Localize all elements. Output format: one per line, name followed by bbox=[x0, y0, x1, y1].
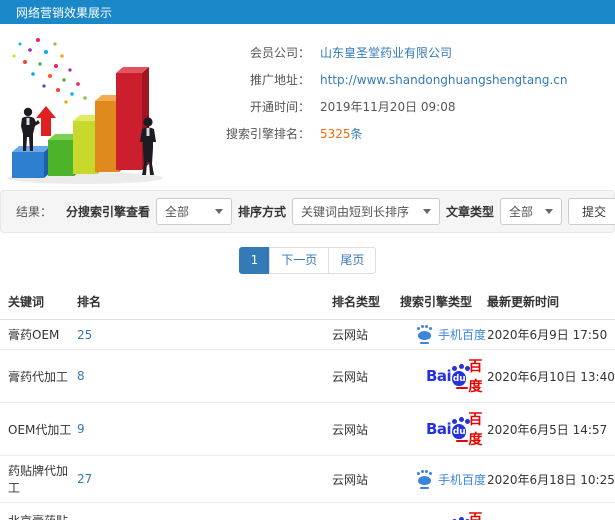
last-page-button[interactable]: 尾页 bbox=[328, 247, 377, 274]
results-table: 关键词 排名 排名类型 搜索引擎类型 最新更新时间 膏药OEM 25 云网站 手… bbox=[0, 284, 615, 520]
rank-count-unit: 条 bbox=[350, 127, 363, 141]
rank-link[interactable]: 8 bbox=[77, 369, 85, 383]
chevron-down-icon bbox=[214, 209, 223, 214]
open-time-label: 开通时间： bbox=[249, 100, 310, 114]
update-time-cell: 2020年6月18日 10:25 bbox=[487, 455, 615, 503]
info-row-company: 会员公司： 山东皇圣堂药业有限公司 bbox=[190, 40, 567, 67]
page-title: 网络营销效果展示 bbox=[16, 5, 113, 20]
rank-link[interactable]: 9 bbox=[77, 422, 85, 436]
col-update-time: 最新更新时间 bbox=[487, 284, 615, 320]
baidu-logo-name: 百度 bbox=[468, 512, 483, 520]
engine-filter-label: 分搜索引擎查看 bbox=[65, 205, 150, 219]
rank-type-cell: 云网站 bbox=[332, 319, 400, 350]
table-row: 膏药代加工 8 云网站 Bai du 百度 2020年6月10日 13:40 bbox=[0, 349, 615, 403]
company-info-section: 会员公司： 山东皇圣堂药业有限公司 推广地址： http://www.shand… bbox=[0, 24, 615, 188]
next-page-button[interactable]: 下一页 bbox=[269, 247, 330, 274]
company-label: 会员公司： bbox=[249, 46, 310, 60]
rank-type-cell: 云网站 bbox=[332, 402, 400, 456]
mobile-baidu-badge: 手机百度 bbox=[417, 471, 487, 489]
baidu-logo-name: 百度 bbox=[468, 412, 483, 448]
update-time-cell: 2020年6月5日 14:57 bbox=[487, 402, 615, 456]
company-info-list: 会员公司： 山东皇圣堂药业有限公司 推广地址： http://www.shand… bbox=[190, 36, 567, 188]
rank-link[interactable]: 27 bbox=[77, 472, 92, 486]
engine-filter-select[interactable]: 全部 bbox=[155, 198, 232, 225]
titlebar: 网络营销效果展示 bbox=[0, 0, 615, 24]
keyword-cell: 北京膏药贴牌 bbox=[0, 502, 77, 520]
sort-filter-value: 关键词由短到长排序 bbox=[300, 205, 409, 219]
promo-url-label: 推广地址： bbox=[249, 73, 310, 87]
update-time-cell: 2020年6月9日 17:50 bbox=[487, 319, 615, 350]
filter-bar: 结果： 分搜索引擎查看 全部 排序方式 关键词由短到长排序 文章类型 全部 提交 bbox=[0, 190, 615, 233]
keyword-cell: OEM代加工 bbox=[0, 402, 77, 456]
article-type-select[interactable]: 全部 bbox=[499, 198, 562, 225]
sort-filter-label: 排序方式 bbox=[237, 205, 286, 219]
baidu-logo-bai: Bai bbox=[426, 420, 452, 438]
rank-count-value: 5325条 bbox=[320, 121, 363, 148]
article-type-value: 全部 bbox=[508, 205, 533, 219]
submit-button[interactable]: 提交 bbox=[567, 198, 615, 225]
result-label: 结果： bbox=[16, 205, 53, 219]
baidu-paw-icon bbox=[417, 327, 431, 344]
update-time-cell: 2020年6月11日 11:18 bbox=[487, 502, 615, 520]
table-row: 药贴牌代加工 27 云网站 手机百度 2020年6月18日 10:25 bbox=[0, 455, 615, 503]
info-row-rank-count: 搜索引擎排名： 5325条 bbox=[190, 121, 567, 148]
col-rank: 排名 bbox=[77, 284, 332, 320]
rank-type-cell: 云网站 bbox=[332, 502, 400, 520]
update-time-cell: 2020年6月10日 13:40 bbox=[487, 349, 615, 403]
rank-type-cell: 云网站 bbox=[332, 349, 400, 403]
marketing-growth-illustration bbox=[0, 36, 190, 186]
keyword-cell: 膏药代加工 bbox=[0, 349, 77, 403]
engine-label: 手机百度 bbox=[438, 328, 487, 342]
promo-url-link[interactable]: http://www.shandonghuangshengtang.cn bbox=[320, 67, 567, 94]
mobile-baidu-badge: 手机百度 bbox=[417, 326, 487, 344]
chevron-down-icon bbox=[422, 209, 431, 214]
page-1-button[interactable]: 1 bbox=[238, 247, 271, 274]
open-time-value: 2019年11月20日 09:08 bbox=[320, 100, 456, 114]
table-row: 膏药OEM 25 云网站 手机百度 2020年6月9日 17:50 bbox=[0, 319, 615, 350]
table-row: OEM代加工 9 云网站 Bai du 百度 2020年6月5日 14:57 bbox=[0, 402, 615, 456]
engine-filter-value: 全部 bbox=[164, 205, 189, 219]
baidu-logo: Baidu百度 bbox=[426, 409, 488, 449]
table-header-row: 关键词 排名 排名类型 搜索引擎类型 最新更新时间 bbox=[0, 284, 615, 320]
article-type-label: 文章类型 bbox=[445, 205, 494, 219]
keyword-cell: 膏药OEM bbox=[0, 319, 77, 350]
col-engine-type: 搜索引擎类型 bbox=[400, 284, 487, 320]
bar-chart-image-icon bbox=[7, 38, 163, 184]
rank-type-cell: 云网站 bbox=[332, 455, 400, 503]
filter-controls: 分搜索引擎查看 全部 排序方式 关键词由短到长排序 文章类型 全部 提交 bbox=[60, 198, 615, 225]
baidu-logo-bai: Bai bbox=[426, 367, 452, 385]
baidu-logo: Baidu百度 bbox=[426, 356, 488, 396]
baidu-logo-name: 百度 bbox=[468, 359, 483, 395]
rank-count-label: 搜索引擎排名： bbox=[225, 127, 310, 141]
rank-link[interactable]: 25 bbox=[77, 328, 92, 342]
engine-label: 手机百度 bbox=[438, 472, 487, 487]
table-row: 北京膏药贴牌 1 云网站 Baidu百度 2020年6月11日 11:18 bbox=[0, 502, 615, 520]
baidu-paw-icon: du bbox=[452, 418, 469, 442]
rank-count-number: 5325 bbox=[320, 127, 351, 141]
baidu-paw-icon bbox=[417, 471, 431, 489]
pagination: 1 下一页 尾页 bbox=[0, 247, 615, 274]
chevron-down-icon bbox=[544, 209, 553, 214]
col-rank-type: 排名类型 bbox=[332, 284, 400, 320]
col-keyword: 关键词 bbox=[0, 284, 77, 320]
sort-filter-select[interactable]: 关键词由短到长排序 bbox=[291, 198, 440, 225]
baidu-paw-icon: du bbox=[452, 365, 469, 389]
info-row-open-time: 开通时间： 2019年11月20日 09:08 bbox=[190, 94, 567, 121]
info-row-url: 推广地址： http://www.shandonghuangshengtang.… bbox=[190, 67, 567, 94]
company-link[interactable]: 山东皇圣堂药业有限公司 bbox=[320, 40, 452, 67]
keyword-cell: 药贴牌代加工 bbox=[0, 455, 77, 503]
baidu-logo: Baidu百度 bbox=[426, 509, 488, 520]
